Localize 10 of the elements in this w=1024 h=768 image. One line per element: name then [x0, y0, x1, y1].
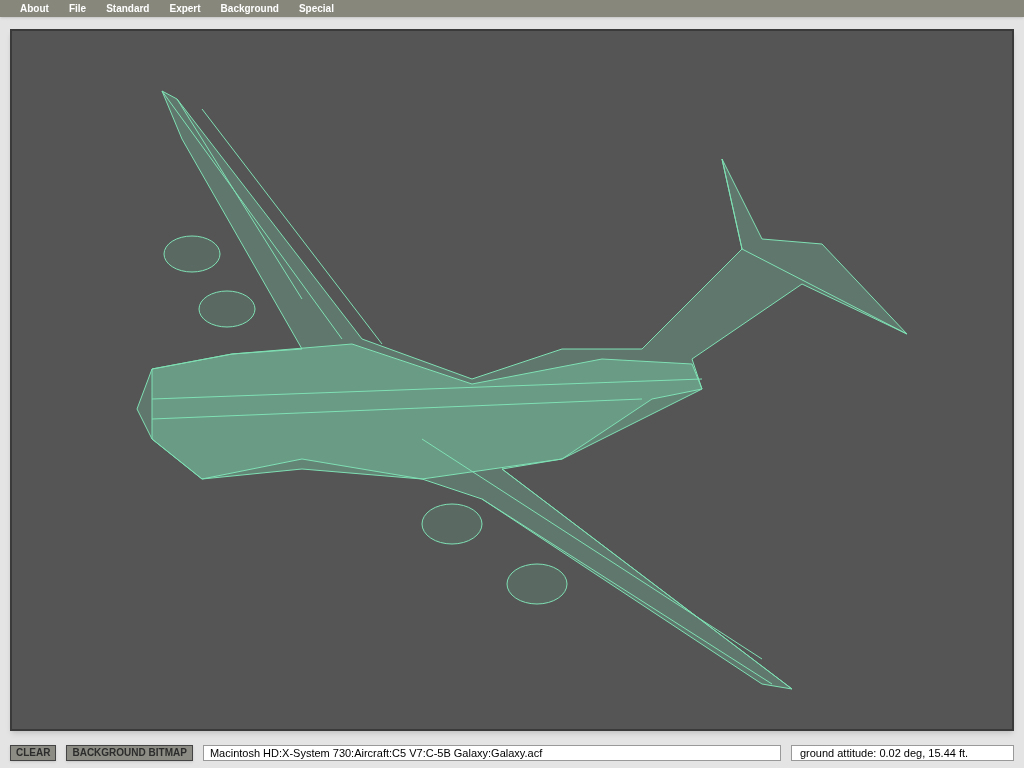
- menu-item[interactable]: Special: [288, 1, 344, 17]
- clear-button[interactable]: CLEAR: [10, 744, 57, 761]
- menu-item[interactable]: Expert: [159, 1, 211, 17]
- background-bitmap-button[interactable]: BACKGROUND BITMAP: [66, 744, 193, 761]
- file-path-field: Macintosh HD:X-System 730:Aircraft:C5 V7:C-5B Galaxy:Galaxy.acf: [202, 744, 781, 761]
- menu-item[interactable]: Background: [210, 1, 289, 17]
- menu-item[interactable]: File: [58, 1, 97, 17]
- status-field: ground attitude: 0.02 deg, 15.44 ft.: [790, 744, 1014, 761]
- menu-item[interactable]: Standard: [96, 1, 160, 17]
- menu-item[interactable]: About: [10, 1, 59, 17]
